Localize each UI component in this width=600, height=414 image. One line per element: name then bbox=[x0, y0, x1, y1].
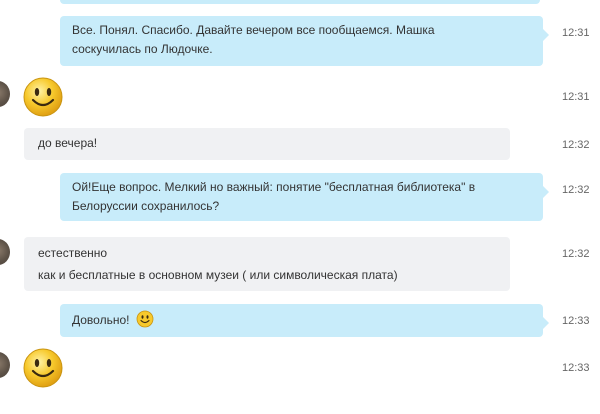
smiley-emoticon-icon bbox=[136, 310, 154, 328]
message-text-line: естественно bbox=[38, 246, 108, 260]
message-outgoing[interactable]: Все. Понял. Спасибо. Давайте вечером все… bbox=[60, 16, 549, 66]
message-timestamp: 12:31 bbox=[562, 91, 590, 103]
message-outgoing[interactable]: Ой!Еще вопрос. Мелкий но важный: понятие… bbox=[60, 173, 549, 221]
message-text-line: соскучилась по Людочке. bbox=[72, 42, 213, 56]
smiley-emoticon-icon bbox=[23, 348, 63, 388]
message-timestamp: 12:31 bbox=[562, 27, 590, 39]
message-incoming[interactable]: естественно как и бесплатные в основном … bbox=[24, 237, 510, 291]
message-timestamp: 12:32 bbox=[562, 139, 590, 151]
message-timestamp: 12:33 bbox=[562, 315, 590, 327]
message-text-line: Белоруссии сохранилось? bbox=[72, 199, 220, 213]
message-timestamp: 12:32 bbox=[562, 248, 590, 260]
message-text-line: до вечера! bbox=[38, 136, 98, 150]
contact-avatar[interactable] bbox=[0, 352, 10, 378]
message-text-line: Довольно! bbox=[72, 313, 130, 327]
contact-avatar[interactable] bbox=[0, 81, 10, 107]
message-text-line: Ой!Еще вопрос. Мелкий но важный: понятие… bbox=[72, 180, 476, 194]
message-timestamp: 12:33 bbox=[562, 362, 590, 374]
message-incoming[interactable]: до вечера! bbox=[24, 128, 510, 160]
message-timestamp: 12:32 bbox=[562, 184, 590, 196]
message-text-line: как и бесплатные в основном музеи ( или … bbox=[38, 268, 398, 282]
contact-avatar[interactable] bbox=[0, 239, 10, 265]
message-outgoing[interactable]: Довольно! bbox=[60, 304, 549, 337]
message-text-line: Все. Понял. Спасибо. Давайте вечером все… bbox=[72, 23, 435, 37]
smiley-emoticon-icon bbox=[23, 77, 63, 117]
previous-message-bubble-edge bbox=[60, 0, 540, 4]
